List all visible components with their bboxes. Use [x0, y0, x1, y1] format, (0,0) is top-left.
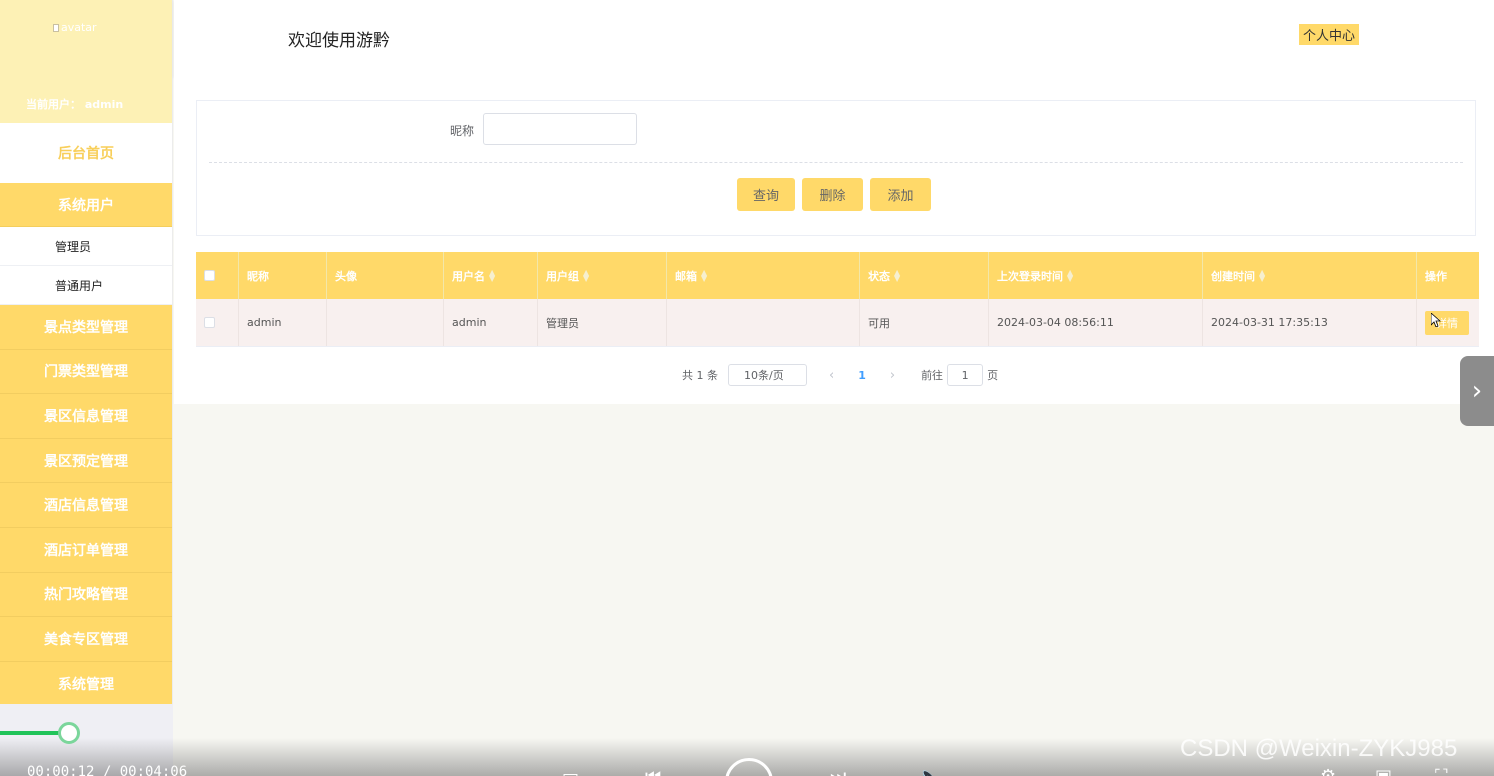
chevron-right-icon: ›	[1471, 376, 1483, 406]
col-group[interactable]: 用户组 ▲ ▼	[538, 252, 667, 299]
sort-icon[interactable]: ▲ ▼	[701, 268, 707, 282]
sort-icon[interactable]: ▲ ▼	[894, 268, 900, 282]
table-header: 昵称 头像 用户名 ▲ ▼ 用户组 ▲ ▼ 邮箱 ▲ ▼ 状态 ▲ ▼ 上次登录时间 ▲ ▼ 创建时…	[196, 252, 1479, 299]
cell-last-login: 2024-03-04 08:56:11	[989, 299, 1203, 346]
col-actions: 操作	[1417, 252, 1479, 299]
add-button[interactable]: 添加	[870, 178, 931, 211]
delete-button[interactable]: 删除	[802, 178, 863, 211]
sidebar: avatar 当前用户： admin 后台首页 系统用户 管理员 普通用户 景点…	[0, 0, 173, 776]
play-icon: ▶	[743, 773, 755, 776]
select-all-checkbox[interactable]	[204, 270, 215, 281]
cell-created: 2024-03-31 17:35:13	[1203, 299, 1417, 346]
prev-video-icon[interactable]: ⏮	[645, 766, 661, 776]
goto-label: 前往	[921, 369, 944, 382]
sidebar-subitem-regular-users[interactable]: 普通用户	[0, 266, 172, 305]
col-created-label: 创建时间	[1211, 269, 1255, 283]
col-last-login-label: 上次登录时间	[997, 269, 1063, 283]
personal-center-button[interactable]: 个人中心	[1299, 24, 1360, 45]
nickname-search-input[interactable]	[483, 113, 637, 145]
page-number[interactable]: 1	[858, 369, 866, 382]
col-nickname: 昵称	[239, 252, 327, 299]
top-header: 欢迎使用游黔 个人中心	[174, 0, 1494, 77]
mouse-cursor-icon	[1431, 313, 1441, 327]
divider	[209, 162, 1463, 163]
sidebar-profile: avatar 当前用户： admin	[0, 0, 172, 123]
goto-page-input[interactable]: 1	[947, 364, 984, 386]
query-button[interactable]: 查询	[737, 178, 795, 211]
sidebar-item-food[interactable]: 美食专区管理	[0, 617, 172, 662]
sidebar-item-hotel-orders[interactable]: 酒店订单管理	[0, 527, 172, 573]
col-email[interactable]: 邮箱 ▲ ▼	[667, 252, 860, 299]
sort-icon[interactable]: ▲ ▼	[1067, 268, 1073, 282]
sidebar-item-scenic-info[interactable]: 景区信息管理	[0, 394, 172, 439]
prev-page-icon[interactable]: ‹	[829, 368, 834, 383]
col-nickname-label: 昵称	[247, 269, 269, 283]
main-content: 昵称 查询 删除 添加 昵称 头像 用户名 ▲ ▼ 用户组 ▲ ▼ 邮箱 ▲ ▼ 状态 ▲ ▼ …	[174, 77, 1494, 404]
settings-icon[interactable]: ⚙	[1320, 766, 1336, 776]
sidebar-group-system-users[interactable]: 系统用户	[0, 183, 172, 227]
avatar-alt-text: avatar	[61, 21, 97, 34]
next-arrow-button[interactable]: ›	[1460, 356, 1494, 426]
cell-email	[667, 299, 860, 346]
total-count: 共 1 条	[682, 369, 718, 382]
row-select-cell	[196, 299, 239, 346]
col-last-login[interactable]: 上次登录时间 ▲ ▼	[989, 252, 1203, 299]
pip-icon[interactable]: ▣	[1375, 766, 1392, 776]
cell-username: admin	[444, 299, 538, 346]
volume-icon[interactable]: 🔈	[918, 766, 940, 776]
col-group-label: 用户组	[546, 269, 579, 283]
fullscreen-icon[interactable]: ⛶	[1435, 766, 1448, 776]
avatar: avatar	[53, 21, 97, 34]
video-progress-knob[interactable]	[58, 722, 80, 744]
col-status-label: 状态	[868, 269, 890, 283]
table-row: admin admin 管理员 可用 2024-03-04 08:56:11 2…	[196, 299, 1479, 347]
cell-status: 可用	[860, 299, 989, 346]
users-table: 昵称 头像 用户名 ▲ ▼ 用户组 ▲ ▼ 邮箱 ▲ ▼ 状态 ▲ ▼ 上次登录时间 ▲ ▼ 创建时…	[196, 252, 1479, 347]
col-email-label: 邮箱	[675, 269, 697, 283]
col-created[interactable]: 创建时间 ▲ ▼	[1203, 252, 1417, 299]
cell-group: 管理员	[538, 299, 667, 346]
cell-nickname: admin	[239, 299, 327, 346]
video-timecode: 00:00:12 / 00:04:06	[27, 764, 188, 776]
sort-icon[interactable]: ▲ ▼	[489, 268, 495, 282]
next-video-icon[interactable]: ⏭	[830, 766, 846, 776]
page-size-select[interactable]: 10条/页	[728, 364, 807, 386]
sort-icon[interactable]: ▲ ▼	[1259, 268, 1265, 282]
current-user-label: 当前用户： admin	[26, 98, 124, 111]
sidebar-item-system[interactable]: 系统管理	[0, 661, 172, 707]
page-unit-label: 页	[987, 369, 999, 382]
search-panel: 昵称 查询 删除 添加	[196, 100, 1476, 236]
col-avatar: 头像	[327, 252, 444, 299]
col-status[interactable]: 状态 ▲ ▼	[860, 252, 989, 299]
select-all-cell	[196, 252, 239, 299]
sidebar-item-home[interactable]: 后台首页	[0, 123, 172, 183]
watermark-text: CSDN @Weixin-ZYKJ985	[1180, 735, 1458, 762]
sidebar-item-spot-types[interactable]: 景点类型管理	[0, 305, 172, 350]
danmaku-icon[interactable]: ▭	[562, 766, 579, 776]
next-page-icon[interactable]: ›	[890, 368, 895, 383]
sidebar-item-hotel-info[interactable]: 酒店信息管理	[0, 483, 172, 528]
page-title: 欢迎使用游黔	[288, 31, 390, 51]
sidebar-subitem-admins[interactable]: 管理员	[0, 227, 172, 266]
row-checkbox[interactable]	[204, 317, 215, 328]
sort-icon[interactable]: ▲ ▼	[583, 268, 589, 282]
pagination: 共 1 条 10条/页 ‹ 1 › 前往 1 页	[682, 364, 998, 386]
col-actions-label: 操作	[1425, 269, 1447, 283]
sidebar-item-scenic-booking[interactable]: 景区预定管理	[0, 438, 172, 484]
sidebar-item-guides[interactable]: 热门攻略管理	[0, 572, 172, 618]
cell-avatar	[327, 299, 444, 346]
col-username[interactable]: 用户名 ▲ ▼	[444, 252, 538, 299]
cell-actions: 详情	[1417, 299, 1479, 346]
sidebar-item-ticket-types[interactable]: 门票类型管理	[0, 349, 172, 395]
broken-image-icon	[53, 23, 59, 32]
col-avatar-label: 头像	[335, 269, 357, 283]
col-username-label: 用户名	[452, 269, 485, 283]
nickname-label: 昵称	[450, 124, 475, 138]
